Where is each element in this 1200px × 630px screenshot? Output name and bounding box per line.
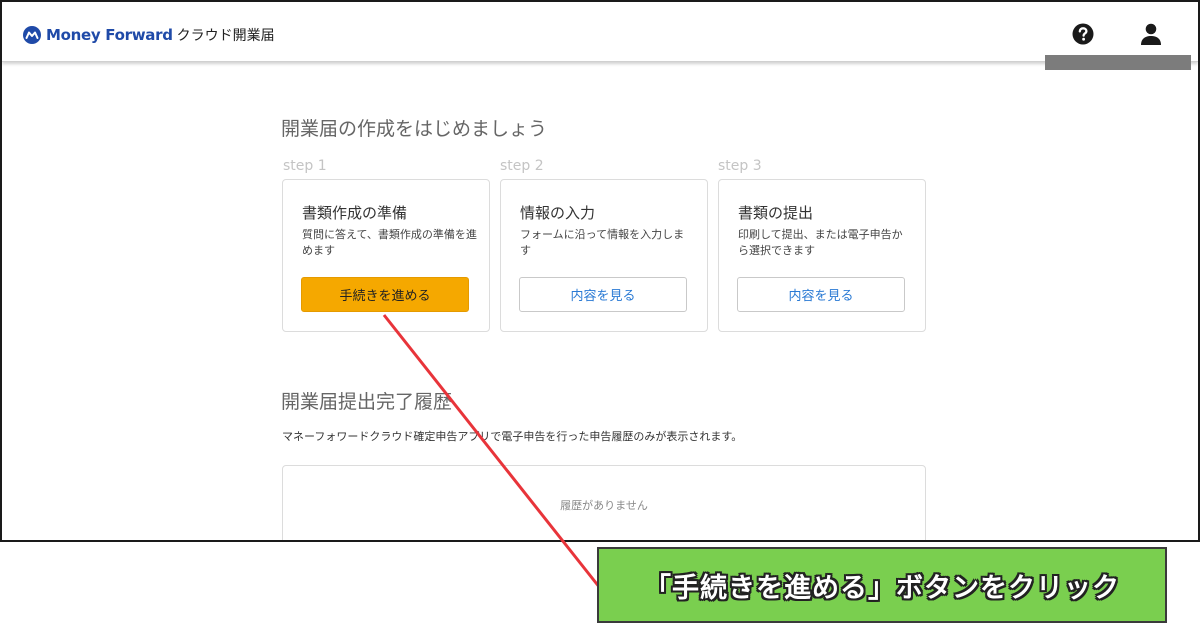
step-3-view-button[interactable]: 内容を見る	[737, 277, 905, 312]
question-circle-icon	[1072, 23, 1094, 45]
brand-name: Money Forward	[46, 26, 173, 44]
app-header: Money Forward クラウド開業届	[2, 2, 1198, 62]
annotation-callout: 「手続きを進める」ボタンをクリック	[597, 547, 1167, 623]
step-2-view-button[interactable]: 内容を見る	[519, 277, 687, 312]
logo[interactable]: Money Forward クラウド開業届	[22, 24, 275, 46]
step-2-description: フォームに沿って情報を入力します	[520, 228, 685, 257]
step-2-label: step 2	[500, 158, 544, 174]
user-icon	[1141, 23, 1161, 45]
step-3-title: 書類の提出	[738, 204, 814, 222]
callout-text: 「手続きを進める」ボタンをクリック	[644, 572, 1120, 604]
history-title: 開業届提出完了履歴	[281, 391, 453, 413]
proceed-button[interactable]: 手続きを進める	[301, 277, 469, 312]
history-empty-message: 履歴がありません	[560, 499, 648, 512]
user-menu-button[interactable]	[1139, 22, 1163, 46]
page-title: 開業届の作成をはじめましょう	[281, 118, 548, 140]
step-3-label: step 3	[718, 158, 762, 174]
step-2-title: 情報の入力	[520, 204, 596, 222]
history-note: マネーフォワードクラウド確定申告アプリで電子申告を行った申告履歴のみが表示されま…	[282, 430, 743, 443]
step-1-description: 質問に答えて、書類作成の準備を進めます	[302, 228, 477, 257]
step-card-2: 情報の入力 フォームに沿って情報を入力します 内容を見る	[500, 179, 708, 332]
service-name: クラウド開業届	[176, 28, 275, 44]
step-3-description: 印刷して提出、または電子申告から選択できます	[738, 228, 903, 257]
step-card-3: 書類の提出 印刷して提出、または電子申告から選択できます 内容を見る	[718, 179, 926, 332]
step-1-title: 書類作成の準備	[302, 204, 408, 222]
app-window: Money Forward クラウド開業届 開業届の作成をはじめましょう ste…	[0, 0, 1200, 542]
step-1-label: step 1	[283, 158, 327, 174]
redacted-menu-bar	[1045, 55, 1191, 70]
history-list: 履歴がありません	[282, 465, 926, 540]
step-card-1: 書類作成の準備 質問に答えて、書類作成の準備を進めます 手続きを進める	[282, 179, 490, 332]
money-forward-logo-icon	[23, 26, 41, 44]
help-button[interactable]	[1072, 23, 1094, 45]
